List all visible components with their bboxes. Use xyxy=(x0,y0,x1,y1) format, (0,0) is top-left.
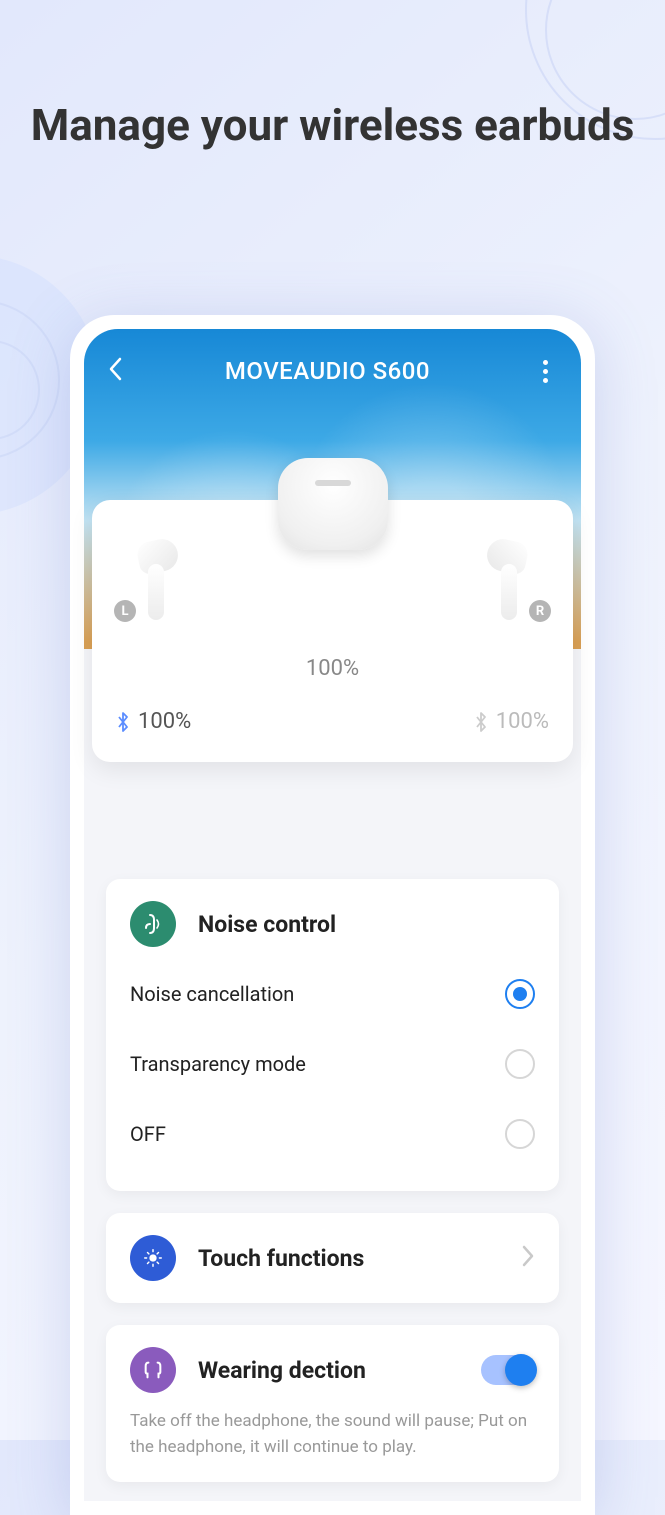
promo-headline: Manage your wireless earbuds xyxy=(0,95,665,157)
app-bar: MOVEAUDIO S600 xyxy=(84,329,581,385)
case-battery-percent: 100% xyxy=(116,656,549,681)
phone-frame: MOVEAUDIO S600 L xyxy=(70,315,595,1515)
chevron-left-icon xyxy=(108,357,122,381)
noise-control-card: Noise control Noise cancellation Transpa… xyxy=(106,879,559,1191)
touch-functions-card[interactable]: Touch functions xyxy=(106,1213,559,1303)
right-earbud-battery: 100% xyxy=(474,709,549,734)
option-label: Transparency mode xyxy=(130,1052,306,1076)
bluetooth-icon xyxy=(474,711,488,733)
right-badge: R xyxy=(529,600,551,622)
radio-selected-icon xyxy=(505,979,535,1009)
chevron-right-icon xyxy=(521,1244,535,1272)
earbud-left: L xyxy=(116,540,196,620)
wearing-detection-description: Take off the headphone, the sound will p… xyxy=(130,1409,535,1460)
case-image xyxy=(278,458,388,550)
wearing-detection-toggle[interactable] xyxy=(481,1355,535,1385)
app-screen: MOVEAUDIO S600 L xyxy=(84,329,581,1501)
radio-unselected-icon xyxy=(505,1049,535,1079)
option-label: Noise cancellation xyxy=(130,982,294,1006)
bluetooth-icon xyxy=(116,711,130,733)
earbud-icon xyxy=(130,1347,176,1393)
back-button[interactable] xyxy=(108,357,122,385)
noise-option-transparency[interactable]: Transparency mode xyxy=(130,1029,535,1099)
noise-control-icon xyxy=(130,901,176,947)
earbud-right-image: R xyxy=(487,540,531,620)
noise-option-cancellation[interactable]: Noise cancellation xyxy=(130,959,535,1029)
wearing-detection-card: Wearing dection Take off the headphone, … xyxy=(106,1325,559,1482)
noise-control-title: Noise control xyxy=(198,911,336,938)
touch-functions-title: Touch functions xyxy=(198,1245,364,1272)
option-label: OFF xyxy=(130,1122,166,1146)
device-title: MOVEAUDIO S600 xyxy=(225,357,430,385)
radio-unselected-icon xyxy=(505,1119,535,1149)
earbud-right: R xyxy=(469,540,549,620)
earbud-left-image: L xyxy=(134,540,178,620)
touch-icon xyxy=(130,1235,176,1281)
battery-status-card: L R 100% 100% 100% xyxy=(92,500,573,762)
left-earbud-battery: 100% xyxy=(116,709,191,734)
left-badge: L xyxy=(114,600,136,622)
wearing-detection-title: Wearing dection xyxy=(198,1357,366,1384)
noise-option-off[interactable]: OFF xyxy=(130,1099,535,1169)
more-button[interactable] xyxy=(533,360,557,383)
noise-options: Noise cancellation Transparency mode OFF xyxy=(130,959,535,1169)
more-dots-icon xyxy=(543,360,548,365)
